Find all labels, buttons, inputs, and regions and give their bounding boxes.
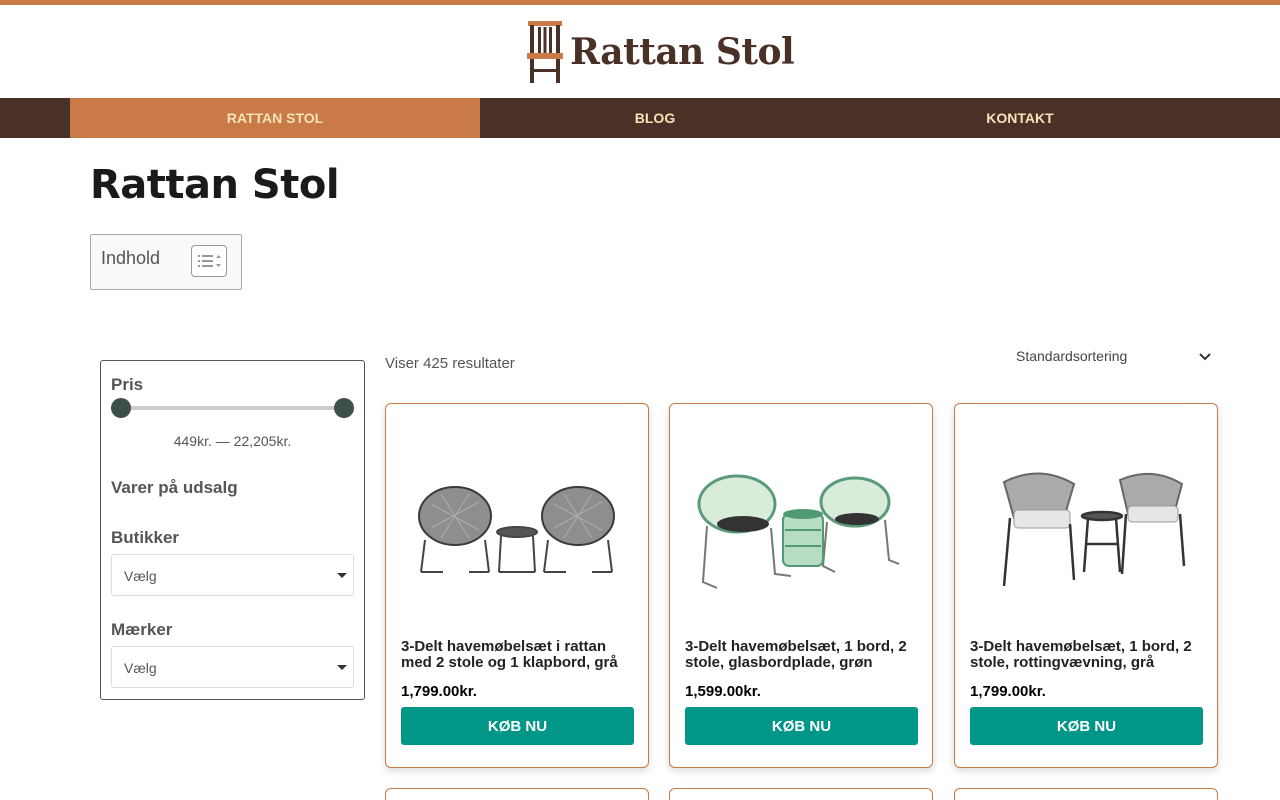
results-count: Viser 425 resultater xyxy=(385,355,515,372)
product-card-partial[interactable] xyxy=(954,788,1218,800)
product-price: 1,799.00kr. xyxy=(970,683,1046,700)
price-slider-max-handle[interactable] xyxy=(334,398,354,418)
caret-down-icon xyxy=(337,665,347,670)
toc-toggle-button[interactable] xyxy=(191,245,227,277)
product-title[interactable]: 3-Delt havemøbelsæt, 1 bord, 2 stole, gl… xyxy=(685,639,918,671)
table-of-contents: Indhold xyxy=(90,234,242,290)
top-accent-bar xyxy=(0,0,1280,5)
price-filter-heading: Pris xyxy=(111,375,144,394)
toc-label: Indhold xyxy=(101,248,161,268)
nav-item-blog[interactable]: BLOG xyxy=(480,98,830,138)
caret-down-icon xyxy=(337,573,347,578)
sale-filter-link[interactable]: Varer på udsalg xyxy=(111,478,238,498)
product-title[interactable]: 3-Delt havemøbelsæt, 1 bord, 2 stole, ro… xyxy=(970,639,1203,671)
logo-text: Rattan Stol xyxy=(570,31,795,73)
site-logo[interactable]: Rattan Stol xyxy=(526,18,795,86)
price-range-text: 449kr. — 22,205kr. xyxy=(173,433,292,449)
rattan-chairs-green-image[interactable] xyxy=(685,434,918,614)
sort-select[interactable]: Standardsortering xyxy=(1004,340,1218,374)
nav-item-rattan-stol[interactable]: RATTAN STOL xyxy=(70,98,480,138)
price-slider-min-handle[interactable] xyxy=(111,398,131,418)
product-card-partial[interactable] xyxy=(385,788,649,800)
stores-select[interactable]: Vælg xyxy=(111,554,354,596)
product-card-partial[interactable] xyxy=(669,788,933,800)
buy-now-button[interactable]: KØB NU xyxy=(401,707,634,745)
price-slider-track[interactable] xyxy=(121,406,345,410)
product-card[interactable]: 3-Delt havemøbelsæt i rattan med 2 stole… xyxy=(385,403,649,768)
main-navigation: RATTAN STOL BLOG KONTAKT xyxy=(0,98,1280,138)
product-title[interactable]: 3-Delt havemøbelsæt i rattan med 2 stole… xyxy=(401,639,634,671)
page-title: Rattan Stol xyxy=(90,162,340,208)
chair-icon xyxy=(527,21,563,83)
brands-select-value: Vælg xyxy=(124,660,157,676)
nav-item-kontakt[interactable]: KONTAKT xyxy=(830,98,1210,138)
sort-select-value: Standardsortering xyxy=(1016,348,1128,364)
product-card[interactable]: 3-Delt havemøbelsæt, 1 bord, 2 stole, ro… xyxy=(954,403,1218,768)
product-price: 1,599.00kr. xyxy=(685,683,761,700)
filter-sidebar: Pris 449kr. — 22,205kr. Varer på udsalg … xyxy=(100,360,365,700)
brands-select[interactable]: Vælg xyxy=(111,646,354,688)
buy-now-button[interactable]: KØB NU xyxy=(685,707,918,745)
stores-filter-heading: Butikker xyxy=(111,528,180,547)
product-card[interactable]: 3-Delt havemøbelsæt, 1 bord, 2 stole, gl… xyxy=(669,403,933,768)
buy-now-button[interactable]: KØB NU xyxy=(970,707,1203,745)
list-toggle-icon xyxy=(198,255,221,267)
chevron-down-icon xyxy=(1199,353,1211,361)
rattan-chairs-light-grey-image[interactable] xyxy=(970,434,1203,614)
product-price: 1,799.00kr. xyxy=(401,683,477,700)
brands-filter-heading: Mærker xyxy=(111,620,173,639)
stores-select-value: Vælg xyxy=(124,568,157,584)
rattan-chairs-grey-image[interactable] xyxy=(401,434,634,614)
